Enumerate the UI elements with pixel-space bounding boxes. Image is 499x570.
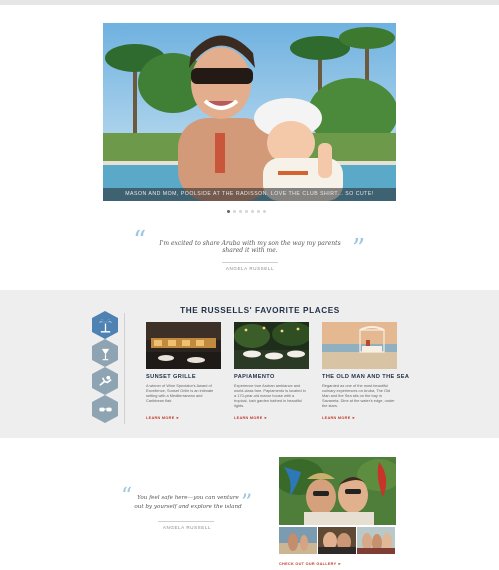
quote-author: ANGELA RUSSELL	[162, 525, 212, 530]
slide-dot[interactable]	[245, 210, 248, 213]
slide-dot[interactable]	[227, 210, 230, 213]
divider	[158, 521, 214, 522]
open-quote-icon: “	[133, 226, 147, 256]
slideshow-dots	[227, 210, 266, 213]
card-description: Regarded as one of the most beautiful cu…	[322, 383, 395, 408]
card-title: THE OLD MAN AND THE SEA	[322, 374, 410, 380]
card-title: PAPIAMENTO	[234, 374, 275, 380]
gallery-thumbnail[interactable]	[357, 527, 395, 554]
hero-slideshow[interactable]: MASON AND MOM, POOLSIDE AT THE RADISSON.…	[103, 23, 396, 201]
hero-photo	[103, 23, 396, 201]
card-title: SUNSET GRILLE	[146, 374, 196, 380]
gallery-thumbnail[interactable]	[318, 527, 356, 554]
divider	[222, 262, 278, 263]
learn-more-link[interactable]: LEARN MORE ►	[234, 416, 268, 420]
section-title: THE RUSSELLS' FAVORITE PLACES	[180, 306, 340, 315]
card-description: Experience true Aruban ambiance and worl…	[234, 383, 306, 408]
slide-dot[interactable]	[233, 210, 236, 213]
slide-dot[interactable]	[251, 210, 254, 213]
hex-divider	[124, 313, 125, 424]
top-bar	[0, 0, 499, 5]
gallery-thumbnail[interactable]	[279, 527, 317, 554]
testimonial-quote: I'm excited to share Aruba with my son t…	[159, 240, 341, 254]
quote-author: ANGELA RUSSELL	[225, 266, 275, 271]
papiamento-image[interactable]	[234, 322, 309, 369]
close-quote-icon: ”	[241, 491, 253, 516]
hero-caption: MASON AND MOM, POOLSIDE AT THE RADISSON.…	[103, 188, 396, 201]
close-quote-icon: ”	[352, 234, 366, 264]
gallery-link[interactable]: CHECK OUT OUR GALLERY ►	[279, 562, 342, 566]
sunset-grille-image[interactable]	[146, 322, 221, 369]
gallery-main-photo[interactable]	[279, 457, 396, 525]
slide-dot[interactable]	[257, 210, 260, 213]
slide-dot[interactable]	[263, 210, 266, 213]
learn-more-link[interactable]: LEARN MORE ►	[146, 416, 180, 420]
open-quote-icon: “	[121, 484, 133, 509]
card-description: A winner of Wine Spectator's Award of Ex…	[146, 383, 214, 403]
learn-more-link[interactable]: LEARN MORE ►	[322, 416, 356, 420]
slide-dot[interactable]	[239, 210, 242, 213]
old-man-and-the-sea-image[interactable]	[322, 322, 397, 369]
testimonial-quote: You feel safe here—you can venture out b…	[134, 495, 242, 510]
